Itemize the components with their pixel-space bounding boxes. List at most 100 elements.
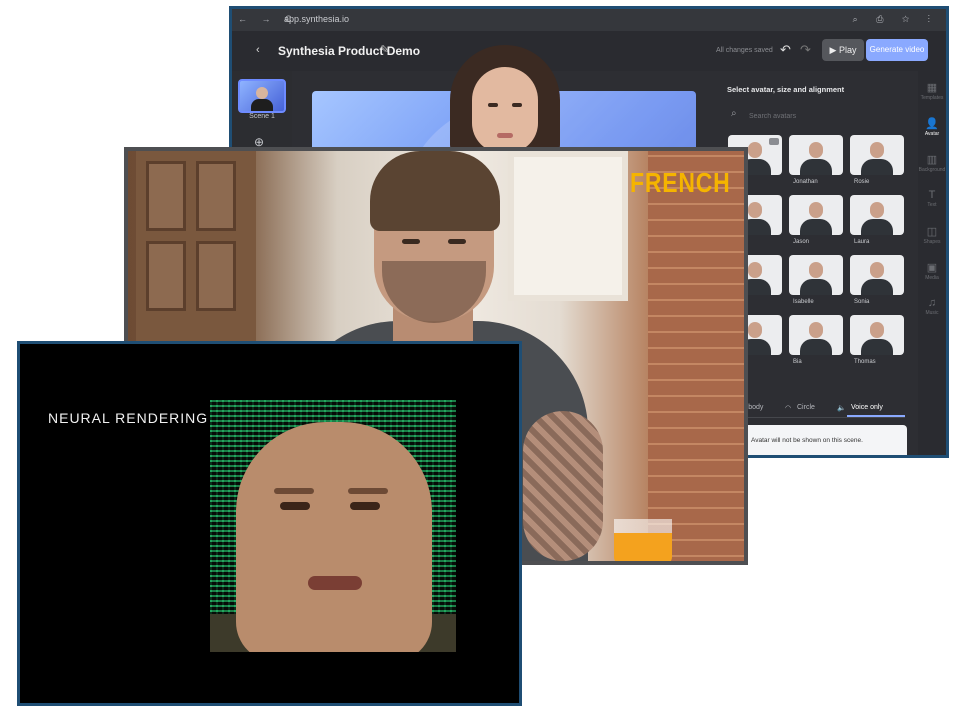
avatar-head xyxy=(748,262,762,278)
rail-label: Shapes xyxy=(923,239,941,245)
play-button[interactable]: ▶ Play xyxy=(822,39,864,61)
rail-music-icon: ♫ xyxy=(927,297,937,309)
avatar-eye xyxy=(512,103,522,107)
rendered-face xyxy=(210,400,456,652)
browser-toolbar-icons[interactable]: ⌕ ⎙ ☆ ⋮ xyxy=(853,14,938,25)
avatar-size-tabs: Full body ◠ Circle 🔈 Voice only xyxy=(729,401,905,418)
wooden-door xyxy=(136,151,256,351)
avatar-head xyxy=(748,142,762,158)
rail-item-templates[interactable]: ▦ Templates xyxy=(918,81,946,101)
redo-icon[interactable]: ↷ xyxy=(800,42,811,58)
avatar-eye xyxy=(488,103,498,107)
avatar-body xyxy=(861,219,893,235)
person-eye xyxy=(448,239,466,244)
tab-voice-only[interactable]: Voice only xyxy=(851,404,883,411)
rail-avatar-icon: 👤 xyxy=(925,118,939,130)
avatar-card[interactable] xyxy=(850,255,904,295)
save-status: All changes saved xyxy=(716,47,773,54)
selected-icon xyxy=(769,138,779,145)
face-eye xyxy=(350,502,380,510)
rail-label: Avatar xyxy=(924,131,940,137)
avatar-head xyxy=(870,262,884,278)
undo-icon[interactable]: ↶ xyxy=(780,42,791,58)
avatar-body xyxy=(861,279,893,295)
avatar-card[interactable] xyxy=(789,315,843,355)
avatar-card[interactable] xyxy=(789,135,843,175)
avatar-head xyxy=(809,262,823,278)
avatar-head xyxy=(809,142,823,158)
thumbnail-avatar-body xyxy=(251,99,273,111)
avatar-face xyxy=(472,67,538,153)
avatar-lips xyxy=(497,133,513,138)
face-brow xyxy=(274,488,314,494)
door-pane xyxy=(196,161,236,231)
rail-item-music[interactable]: ♫ Music xyxy=(918,297,946,316)
avatar-body xyxy=(861,339,893,355)
avatar-card[interactable] xyxy=(789,255,843,295)
avatar-body xyxy=(800,279,832,295)
rail-item-media[interactable]: ▣ Media xyxy=(918,261,946,281)
circle-icon: ◠ xyxy=(785,405,792,412)
right-tool-rail: ▦ Templates 👤 Avatar ▥ Background T Text ◫ Shapes… xyxy=(918,71,946,455)
rail-item-background[interactable]: ▥ Background xyxy=(918,153,946,173)
neural-rendering-label: NEURAL RENDERING xyxy=(48,410,209,426)
neural-rendering-video: NEURAL RENDERING xyxy=(17,341,522,706)
tab-circle[interactable]: Circle xyxy=(797,404,815,411)
rail-text-icon: T xyxy=(928,189,936,201)
avatar-card[interactable] xyxy=(850,315,904,355)
avatar-card[interactable] xyxy=(850,135,904,175)
avatar-card[interactable] xyxy=(789,195,843,235)
generate-video-button[interactable]: Generate video xyxy=(866,39,928,61)
avatar-head xyxy=(809,322,823,338)
rail-label: Media xyxy=(925,275,939,281)
rail-label: Background xyxy=(918,167,946,173)
rail-shapes-icon: ◫ xyxy=(926,226,938,238)
scene-thumbnail[interactable] xyxy=(238,79,286,113)
avatar-body xyxy=(861,159,893,175)
door-pane xyxy=(146,241,186,311)
door-pane xyxy=(146,161,186,231)
person-eye xyxy=(402,239,420,244)
orange-juice-glass xyxy=(614,519,672,561)
active-tab-indicator xyxy=(847,415,905,417)
search-input[interactable] xyxy=(747,105,901,127)
thumbnail-avatar-head xyxy=(256,87,268,99)
face-portrait xyxy=(236,422,432,652)
rail-item-avatar[interactable]: 👤 Avatar xyxy=(918,117,946,137)
project-title[interactable]: Synthesia Product Demo xyxy=(278,44,420,58)
avatar-panel-title: Select avatar, size and alignment xyxy=(727,85,845,94)
avatar-name: Jonathan xyxy=(793,179,818,185)
speaker-icon: 🔈 xyxy=(837,405,846,412)
rail-background-icon: ▥ xyxy=(926,154,938,166)
avatar-name: Thomas xyxy=(854,359,876,365)
face-mouth xyxy=(308,576,362,590)
avatar-head xyxy=(748,322,762,338)
door-pane xyxy=(196,241,236,311)
editor-header: ‹ Synthesia Product Demo ✎ All changes s… xyxy=(232,31,946,71)
search-icon: ⌕ xyxy=(731,108,737,119)
rail-label: Music xyxy=(925,310,939,316)
address-bar[interactable]: app.synthesia.io xyxy=(284,14,349,24)
back-icon[interactable]: ‹ xyxy=(256,44,260,56)
avatar-name: Sonia xyxy=(854,299,870,305)
avatar-head xyxy=(870,202,884,218)
avatar-head xyxy=(870,142,884,158)
tattooed-arm xyxy=(523,411,603,561)
avatar-body xyxy=(800,219,832,235)
scene-label: Scene 1 xyxy=(249,113,275,120)
face-eye xyxy=(280,502,310,510)
rail-templates-icon: ▦ xyxy=(926,82,938,94)
avatar-name: Bia xyxy=(793,359,802,365)
avatar-name: Jason xyxy=(793,239,810,245)
rail-label: Templates xyxy=(920,95,944,101)
brick-wall xyxy=(648,151,744,561)
pencil-icon[interactable]: ✎ xyxy=(380,43,389,56)
voice-only-note: Avatar will not be shown on this scene. xyxy=(729,425,907,455)
rail-item-text[interactable]: T Text xyxy=(918,189,946,208)
rail-item-shapes[interactable]: ◫ Shapes xyxy=(918,225,946,245)
avatar-body xyxy=(800,339,832,355)
rail-label: Text xyxy=(927,202,937,208)
language-caption: FRENCH xyxy=(630,167,731,198)
avatar-card[interactable] xyxy=(850,195,904,235)
browser-chrome: ← → C app.synthesia.io ⌕ ⎙ ☆ ⋮ xyxy=(232,9,946,31)
